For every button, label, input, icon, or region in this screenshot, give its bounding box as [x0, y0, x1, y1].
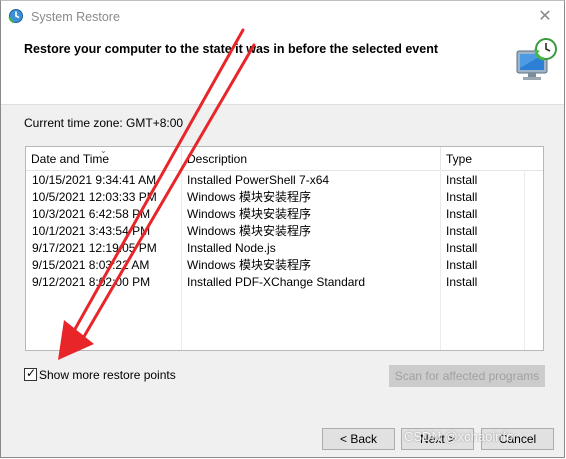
table-header: ⌄ Date and Time Description Type	[26, 147, 543, 171]
row-description: Installed Node.js	[187, 241, 276, 255]
checkmark-icon: ✓	[26, 366, 37, 380]
row-description: Windows 模块安装程序	[187, 207, 312, 221]
back-button[interactable]: < Back	[322, 428, 395, 450]
row-type: Install	[446, 173, 478, 187]
row-type: Install	[446, 224, 478, 238]
close-icon[interactable]: ✕	[528, 1, 562, 33]
row-date: 10/15/2021 9:34:41 AM	[32, 173, 157, 187]
row-date: 9/12/2021 8:02:00 PM	[32, 275, 151, 289]
column-header-type-label: Type	[446, 152, 473, 166]
column-header-date-label: Date and Time	[31, 152, 110, 166]
row-date: 10/3/2021 6:42:58 PM	[32, 207, 151, 221]
table-row[interactable]: 9/15/2021 8:03:22 AM Windows 模块安装程序 Inst…	[26, 257, 543, 274]
row-date: 9/15/2021 8:03:22 AM	[32, 258, 150, 272]
column-header-description[interactable]: Description	[182, 147, 441, 170]
sort-caret-icon: ⌄	[100, 146, 107, 155]
row-description: Installed PDF-XChange Standard	[187, 275, 366, 289]
column-header-type[interactable]: Type	[441, 147, 543, 170]
window-title: System Restore	[31, 10, 120, 24]
table-row[interactable]: 9/12/2021 8:02:00 PM Installed PDF-XChan…	[26, 274, 543, 291]
row-date: 10/5/2021 12:03:33 PM	[32, 190, 157, 204]
row-type: Install	[446, 258, 478, 272]
row-description: Windows 模块安装程序	[187, 224, 312, 238]
column-header-description-label: Description	[187, 152, 248, 166]
row-date: 9/17/2021 12:19:05 PM	[32, 241, 157, 255]
table-row[interactable]: 10/3/2021 6:42:58 PM Windows 模块安装程序 Inst…	[26, 206, 543, 223]
table-row[interactable]: 10/5/2021 12:03:33 PM Windows 模块安装程序 Ins…	[26, 189, 543, 206]
show-more-checkbox[interactable]: ✓	[24, 366, 37, 381]
restore-computer-icon	[514, 37, 560, 85]
row-type: Install	[446, 241, 478, 255]
header-text: Restore your computer to the state it wa…	[24, 42, 438, 56]
column-header-date[interactable]: ⌄ Date and Time	[26, 147, 182, 170]
row-date: 10/1/2021 3:43:54 PM	[32, 224, 151, 238]
show-more-label[interactable]: Show more restore points	[39, 368, 176, 382]
row-type: Install	[446, 190, 478, 204]
row-description: Windows 模块安装程序	[187, 190, 312, 204]
row-type: Install	[446, 275, 478, 289]
restore-points-table[interactable]: ⌄ Date and Time Description Type 10/15/2…	[25, 146, 544, 351]
timezone-label: Current time zone: GMT+8:00	[24, 116, 184, 130]
table-row[interactable]: 9/17/2021 12:19:05 PM Installed Node.js …	[26, 240, 543, 257]
system-restore-icon	[8, 8, 24, 24]
header-banner: Restore your computer to the state it wa…	[1, 33, 564, 105]
row-type: Install	[446, 207, 478, 221]
system-restore-window: System Restore ✕ Restore your computer t…	[0, 0, 565, 458]
scan-affected-programs-button[interactable]: Scan for affected programs	[389, 365, 545, 387]
watermark: CSDN @xchaoinfo	[404, 429, 514, 444]
title-bar: System Restore ✕	[1, 1, 564, 33]
table-row[interactable]: 10/15/2021 9:34:41 AM Installed PowerShe…	[26, 172, 543, 189]
table-row[interactable]: 10/1/2021 3:43:54 PM Windows 模块安装程序 Inst…	[26, 223, 543, 240]
row-description: Windows 模块安装程序	[187, 258, 312, 272]
row-description: Installed PowerShell 7-x64	[187, 173, 330, 187]
